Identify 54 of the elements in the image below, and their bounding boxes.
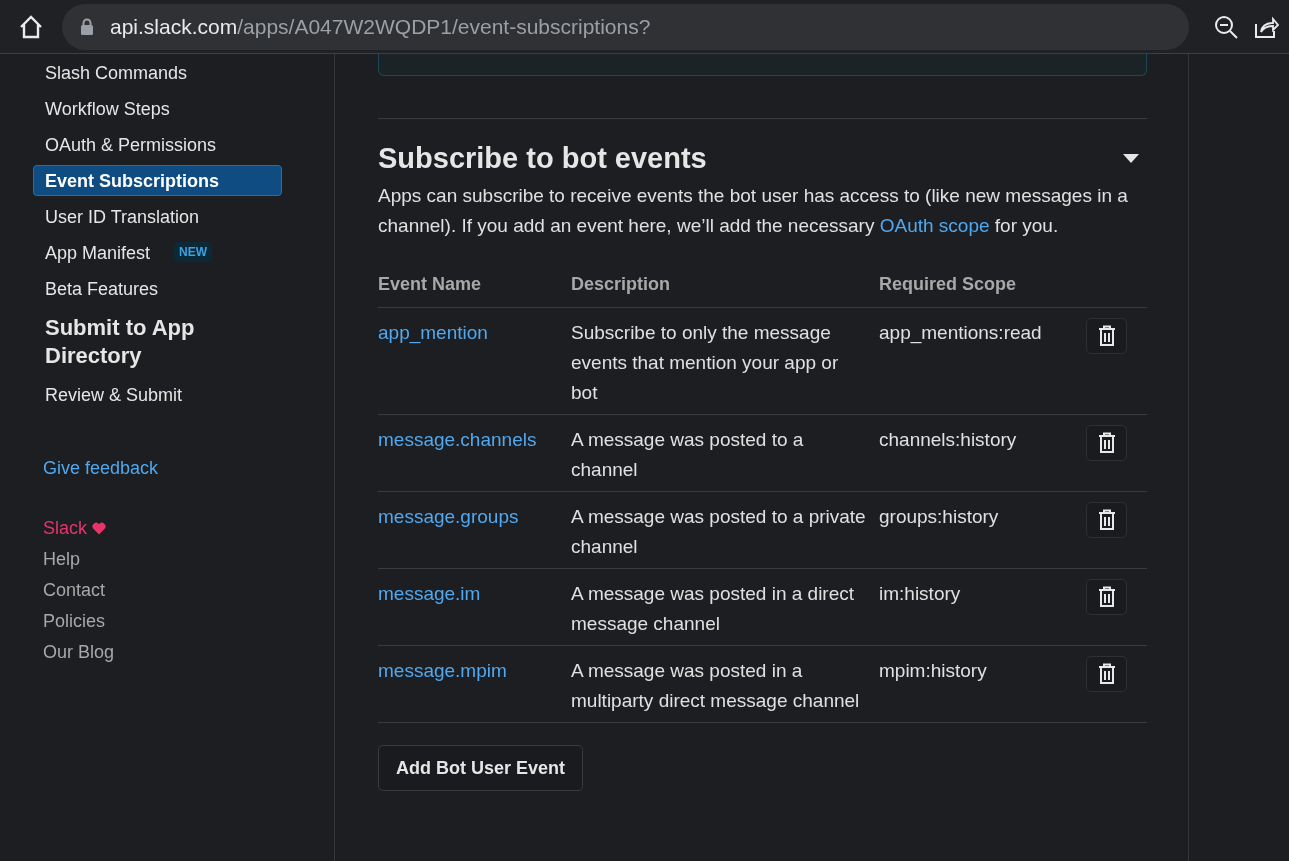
footer-link[interactable]: Contact	[43, 580, 106, 601]
address-bar[interactable]: api.slack.com/apps/A047W2WQDP1/event-subscriptions?	[62, 3, 1189, 50]
sidebar-item[interactable]: Event Subscriptions	[33, 164, 282, 196]
description-cell-text: A message was posted in a direct message channel	[571, 582, 856, 636]
trash-icon	[1096, 432, 1117, 454]
section-heading: Submit to App Directory	[44, 314, 196, 370]
delete-button[interactable]	[1086, 579, 1127, 615]
event-name-link[interactable]: message.im	[378, 579, 571, 639]
column-header: Required Scope	[879, 273, 1018, 296]
event-name-link[interactable]: app_mention	[378, 318, 571, 408]
description-cell-text: A message was posted in a multiparty direct message channel	[571, 659, 861, 713]
scope-cell-text: im:history	[879, 582, 962, 606]
event-name-link[interactable]: message.groups	[378, 502, 571, 562]
description-cell-text: A message was posted to a channel	[571, 428, 805, 482]
trash-icon	[1096, 663, 1117, 685]
sidebar-item[interactable]: Slash Commands	[33, 56, 282, 88]
scope-cell-text: channels:history	[879, 428, 1018, 452]
sidebar-item[interactable]: OAuth & Permissions	[33, 128, 282, 160]
delete-button[interactable]	[1086, 425, 1127, 461]
description-text: Apps can subscribe to receive events the bot user has access to (like new messages in a channel). If you add an event here, we’ll add the necessary OAuth scope for you.	[378, 184, 1129, 238]
url-text: api.slack.com/apps/A047W2WQDP1/event-subscriptions?	[110, 14, 651, 39]
add-event-button[interactable]: Add Bot User Event	[378, 745, 584, 791]
zoom-out-icon[interactable]	[1213, 13, 1239, 40]
caret-icon[interactable]	[1123, 153, 1139, 163]
trash-icon	[1096, 325, 1117, 347]
new-badge: NEW	[174, 242, 213, 262]
footer-link[interactable]: Our Blog	[43, 642, 115, 663]
scope-cell-text: mpim:history	[879, 659, 988, 683]
event-name-link[interactable]: message.mpim	[378, 656, 571, 716]
sidebar-item[interactable]: App Manifest	[33, 236, 163, 268]
column-header: Description	[571, 273, 672, 296]
sidebar-item[interactable]: Review & Submit	[33, 378, 282, 410]
delete-button[interactable]	[1086, 656, 1127, 692]
lock-icon	[80, 18, 94, 35]
sidebar-item[interactable]: Workflow Steps	[33, 92, 282, 124]
scope-cell-text: groups:history	[879, 505, 1000, 529]
sidebar-item[interactable]: Beta Features	[33, 272, 282, 304]
footer-link[interactable]: Policies	[43, 611, 106, 632]
trash-icon	[1096, 586, 1117, 608]
brand-link[interactable]: Slack	[43, 518, 87, 539]
scope-cell-text: app_mentions:read	[879, 321, 1043, 346]
section-title: Subscribe to bot events	[378, 141, 707, 176]
home-icon[interactable]	[18, 13, 44, 40]
footer-link[interactable]: Help	[43, 549, 81, 570]
feedback-link[interactable]: Give feedback	[43, 458, 272, 479]
column-header: Event Name	[378, 273, 483, 296]
oauth-scope-link[interactable]: OAuth scope	[879, 215, 990, 236]
description-cell-text: Subscribe to only the message events that mention your app or bot	[571, 321, 840, 405]
delete-button[interactable]	[1086, 318, 1127, 354]
delete-button[interactable]	[1086, 502, 1127, 538]
event-name-link[interactable]: message.channels	[378, 425, 571, 485]
sidebar-item[interactable]: User ID Translation	[33, 200, 282, 232]
description-cell-text: A message was posted to a private channel	[571, 505, 867, 559]
trash-icon	[1096, 509, 1117, 531]
